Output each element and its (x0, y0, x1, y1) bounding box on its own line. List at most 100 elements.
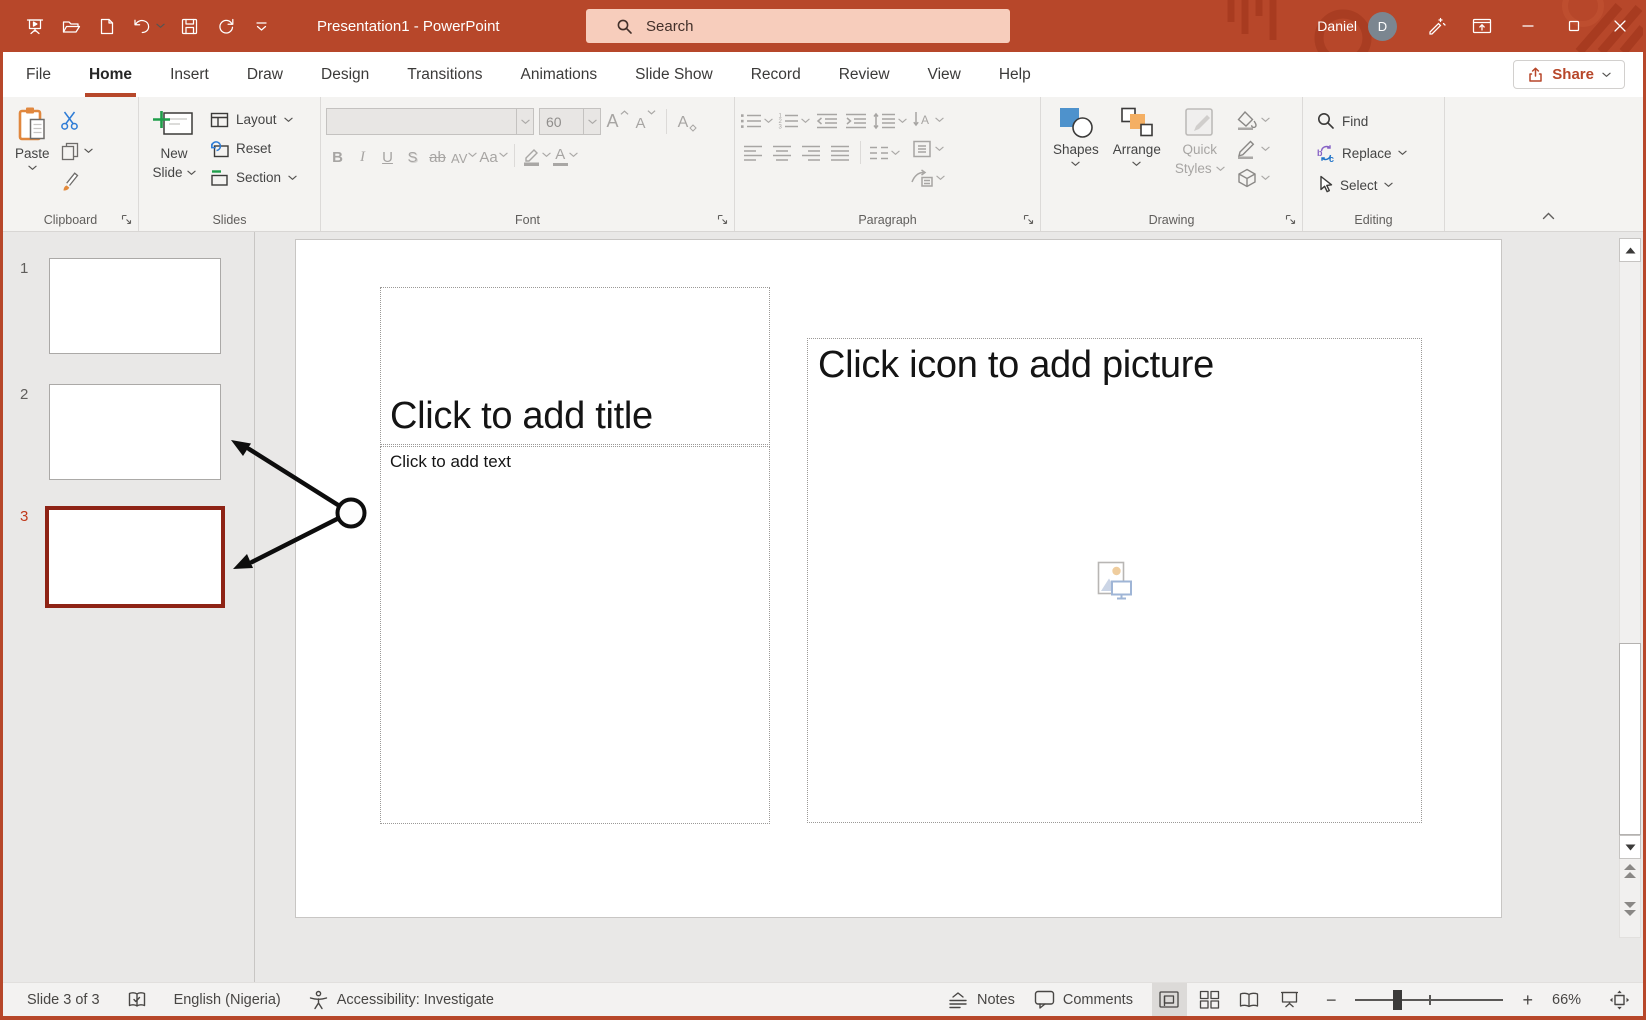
tab-transitions[interactable]: Transitions (388, 52, 501, 97)
shape-outline-button[interactable] (1235, 136, 1270, 161)
strikethrough-button[interactable]: ab (426, 143, 449, 168)
tab-record[interactable]: Record (732, 52, 820, 97)
tab-insert[interactable]: Insert (151, 52, 228, 97)
share-button[interactable]: Share (1513, 60, 1625, 89)
tab-animations[interactable]: Animations (501, 52, 616, 97)
avatar[interactable]: D (1368, 12, 1397, 41)
accessibility-checker-button[interactable]: Accessibility: Investigate (308, 983, 494, 1017)
text-highlight-button[interactable] (521, 143, 551, 168)
reading-view-button[interactable] (1232, 983, 1267, 1017)
thumbnail-image-3[interactable] (45, 506, 225, 608)
shape-fill-button[interactable] (1235, 107, 1270, 132)
layout-button[interactable]: Layout (204, 105, 303, 134)
picture-placeholder[interactable]: Click icon to add picture (807, 338, 1422, 823)
numbering-button[interactable]: 123 (777, 108, 810, 133)
title-placeholder[interactable]: Click to add title (380, 287, 770, 445)
font-dialog-launcher[interactable] (716, 213, 729, 226)
paragraph-dialog-launcher[interactable] (1022, 213, 1035, 226)
reset-button[interactable]: Reset (204, 134, 303, 163)
arrange-button[interactable]: Arrange (1106, 104, 1168, 169)
tab-help[interactable]: Help (980, 52, 1050, 97)
select-button[interactable]: Select (1311, 171, 1412, 199)
ribbon-display-options-button[interactable] (1459, 0, 1505, 52)
slide-sorter-view-button[interactable] (1192, 983, 1227, 1017)
quick-styles-button[interactable]: Quick Styles (1168, 104, 1232, 180)
start-slideshow-button[interactable] (21, 11, 48, 41)
replace-button[interactable]: bc Replace (1311, 139, 1412, 167)
columns-button[interactable] (869, 140, 900, 165)
section-button[interactable]: Section (204, 163, 303, 192)
character-spacing-button[interactable]: AV (451, 143, 477, 168)
spellcheck-button[interactable] (127, 983, 147, 1017)
save-button[interactable] (176, 11, 203, 41)
align-left-button[interactable] (740, 140, 765, 165)
previous-slide-button[interactable] (1619, 860, 1641, 884)
minimize-button[interactable] (1505, 0, 1551, 52)
copy-button[interactable] (57, 139, 96, 162)
grow-font-button[interactable]: A (606, 109, 629, 134)
increase-indent-button[interactable] (843, 108, 868, 133)
zoom-in-button[interactable]: + (1522, 983, 1533, 1017)
text-shadow-button[interactable]: S (401, 143, 424, 168)
font-name-combo[interactable] (326, 108, 534, 135)
add-picture-icon[interactable] (1097, 561, 1133, 601)
slideshow-view-button[interactable] (1272, 983, 1307, 1017)
tab-view[interactable]: View (909, 52, 980, 97)
change-case-button[interactable]: Aa (479, 143, 507, 168)
normal-view-button[interactable] (1152, 983, 1187, 1017)
bullets-button[interactable] (740, 108, 773, 133)
convert-to-smartart-button[interactable] (910, 165, 945, 190)
maximize-button[interactable] (1551, 0, 1597, 52)
zoom-level[interactable]: 66% (1552, 983, 1590, 1017)
tab-review[interactable]: Review (820, 52, 909, 97)
thumbnail-slide-2[interactable]: 2 (3, 384, 221, 480)
italic-button[interactable]: I (351, 143, 374, 168)
shape-effects-button[interactable] (1235, 165, 1270, 190)
scrollbar-thumb[interactable] (1619, 643, 1641, 835)
font-color-button[interactable]: A (553, 143, 578, 168)
comments-button[interactable]: Comments (1034, 983, 1133, 1017)
search-box[interactable]: Search (586, 9, 1010, 43)
new-file-button[interactable] (93, 11, 120, 41)
slide-indicator[interactable]: Slide 3 of 3 (27, 983, 100, 1017)
new-slide-button[interactable]: New Slide (144, 104, 204, 184)
thumbnail-image-1[interactable] (49, 258, 221, 354)
scroll-down-button[interactable] (1619, 835, 1641, 859)
redo-button[interactable] (212, 11, 239, 41)
zoom-slider-thumb[interactable] (1393, 990, 1402, 1010)
scroll-up-button[interactable] (1619, 238, 1641, 262)
fit-slide-to-window-button[interactable] (1609, 983, 1630, 1017)
customize-quick-access-button[interactable] (248, 11, 275, 41)
format-painter-button[interactable] (57, 169, 96, 192)
align-center-button[interactable] (769, 140, 794, 165)
thumbnail-slide-3-selected[interactable]: 3 (3, 506, 225, 608)
underline-button[interactable]: U (376, 143, 399, 168)
paste-button[interactable]: Paste (8, 104, 57, 173)
shapes-button[interactable]: Shapes (1046, 104, 1106, 169)
close-button[interactable] (1597, 0, 1643, 52)
zoom-out-button[interactable]: − (1326, 983, 1337, 1017)
bold-button[interactable]: B (326, 143, 349, 168)
text-placeholder[interactable]: Click to add text (380, 446, 770, 824)
whats-new-button[interactable] (1413, 0, 1459, 52)
cut-button[interactable] (57, 109, 96, 132)
align-text-button[interactable] (910, 136, 945, 161)
thumbnail-image-2[interactable] (49, 384, 221, 480)
clipboard-dialog-launcher[interactable] (120, 213, 133, 226)
tab-draw[interactable]: Draw (228, 52, 302, 97)
decrease-indent-button[interactable] (814, 108, 839, 133)
tab-design[interactable]: Design (302, 52, 388, 97)
notes-button[interactable]: Notes (947, 983, 1015, 1017)
open-button[interactable] (57, 11, 84, 41)
slide-editing-surface[interactable]: Click to add title Click to add text Cli… (295, 239, 1502, 918)
align-right-button[interactable] (798, 140, 823, 165)
language-button[interactable]: English (Nigeria) (174, 983, 281, 1017)
clear-formatting-button[interactable]: A (676, 109, 699, 134)
next-slide-button[interactable] (1619, 896, 1641, 920)
find-button[interactable]: Find (1311, 107, 1412, 135)
collapse-ribbon-button[interactable] (1542, 207, 1555, 225)
tab-file[interactable]: File (7, 52, 70, 97)
text-direction-button[interactable]: A (910, 107, 945, 132)
zoom-slider[interactable] (1355, 989, 1503, 1011)
tab-home[interactable]: Home (70, 52, 151, 97)
